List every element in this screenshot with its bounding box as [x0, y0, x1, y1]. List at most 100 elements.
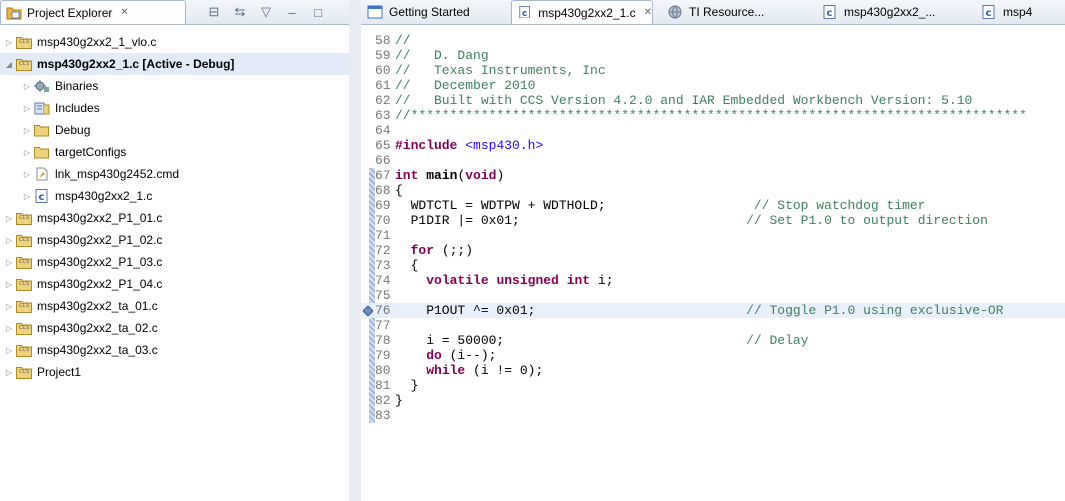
code-line[interactable]: 81 } — [361, 378, 1065, 393]
code-line[interactable]: 70 P1DIR |= 0x01; // Set P1.0 to output … — [361, 213, 1065, 228]
line-number: 74 — [375, 273, 391, 288]
minimize-icon[interactable]: – — [284, 4, 300, 20]
collapsed-twisty-icon[interactable]: ▷ — [4, 302, 14, 311]
code-line[interactable]: 67 int main(void) — [361, 168, 1065, 183]
code-line[interactable]: 59 // D. Dang — [361, 48, 1065, 63]
tree-item[interactable]: ▷ Includes — [0, 97, 349, 119]
c-file-icon: c — [822, 5, 838, 19]
tree-item[interactable]: ▷ CCS msp430g2xx2_P1_02.c — [0, 229, 349, 251]
code-line[interactable]: 74 volatile unsigned int i; — [361, 273, 1065, 288]
tree-item-label: targetConfigs — [55, 145, 127, 159]
code-token: // D. Dang — [395, 48, 489, 63]
maximize-icon[interactable]: □ — [310, 4, 326, 20]
editor-tab[interactable]: c msp4 — [975, 0, 1032, 24]
code-line[interactable]: 71 — [361, 228, 1065, 243]
editor-tab[interactable]: c msp430g2xx2_... — [816, 0, 935, 24]
tree-item[interactable]: ▷ Debug — [0, 119, 349, 141]
tree-item[interactable]: ▷ CCS msp430g2xx2_P1_01.c — [0, 207, 349, 229]
code-token: <msp430.h> — [465, 138, 544, 153]
tree-item[interactable]: ▷ lnk_msp430g2452.cmd — [0, 163, 349, 185]
c-file-icon: c — [518, 5, 532, 20]
code-line[interactable]: 65 #include <msp430.h> — [361, 138, 1065, 153]
code-line[interactable]: 82} — [361, 393, 1065, 408]
code-line[interactable]: 83 — [361, 408, 1065, 423]
svg-text:CCS: CCS — [19, 369, 29, 375]
tab-project-explorer[interactable]: Project Explorer ✕ — [0, 0, 186, 24]
breakpoint-icon[interactable] — [362, 305, 374, 317]
collapsed-twisty-icon[interactable]: ▷ — [4, 346, 14, 355]
tree-item[interactable]: ▷ CCS msp430g2xx2_ta_03.c — [0, 339, 349, 361]
code-token: int — [566, 273, 591, 288]
close-icon[interactable]: ✕ — [120, 7, 128, 18]
editor-tab[interactable]: TI Resource... — [661, 0, 764, 24]
code-line[interactable]: 78 i = 50000; // Delay — [361, 333, 1065, 348]
line-number: 77 — [375, 318, 391, 333]
editor-tab[interactable]: Getting Started — [361, 0, 470, 24]
tree-item[interactable]: ▷ targetConfigs — [0, 141, 349, 163]
code-line[interactable]: 76 P1OUT ^= 0x01; // Toggle P1.0 using e… — [361, 303, 1065, 318]
expanded-twisty-icon[interactable]: ◢ — [4, 60, 14, 69]
collapsed-twisty-icon[interactable]: ▷ — [22, 170, 32, 179]
collapsed-twisty-icon[interactable]: ▷ — [22, 82, 32, 91]
collapsed-twisty-icon[interactable]: ▷ — [4, 258, 14, 267]
collapse-all-icon[interactable]: ⊟ — [206, 4, 222, 20]
editor-tab[interactable]: c msp430g2xx2_1.c ✕ — [511, 0, 653, 24]
code-line[interactable]: 75 — [361, 288, 1065, 303]
code-line[interactable]: 61 // December 2010 — [361, 78, 1065, 93]
ccs-project-icon: CCS — [16, 365, 32, 379]
code-line[interactable]: 80 while (i != 0); — [361, 363, 1065, 378]
svg-text:c: c — [522, 8, 527, 18]
code-line[interactable]: 79 do (i--); — [361, 348, 1065, 363]
tree-item-label: msp430g2xx2_ta_01.c — [37, 299, 158, 313]
collapsed-twisty-icon[interactable]: ▷ — [4, 38, 14, 47]
close-icon[interactable]: ✕ — [644, 7, 652, 18]
tree-item[interactable]: ▷ CCS msp430g2xx2_1_vlo.c — [0, 31, 349, 53]
code-token: do — [426, 348, 442, 363]
collapsed-twisty-icon[interactable]: ▷ — [4, 368, 14, 377]
code-line[interactable]: 73 { — [361, 258, 1065, 273]
line-number: 73 — [375, 258, 391, 273]
tree-item[interactable]: ▷ CCS msp430g2xx2_ta_02.c — [0, 317, 349, 339]
code-line[interactable]: 64 — [361, 123, 1065, 138]
collapsed-twisty-icon[interactable]: ▷ — [4, 324, 14, 333]
collapsed-twisty-icon[interactable]: ▷ — [4, 214, 14, 223]
tree-item[interactable]: ▷ c msp430g2xx2_1.c — [0, 185, 349, 207]
code-line[interactable]: 60 // Texas Instruments, Inc — [361, 63, 1065, 78]
collapsed-twisty-icon[interactable]: ▷ — [22, 148, 32, 157]
line-number: 72 — [375, 243, 391, 258]
tree-item-label: msp430g2xx2_1.c — [55, 189, 153, 203]
link-editor-icon[interactable]: ⇆ — [232, 4, 248, 20]
linker-file-icon — [34, 167, 50, 181]
code-line[interactable]: 77 — [361, 318, 1065, 333]
ccs-project-icon: CCS — [16, 321, 32, 335]
tree-item[interactable]: ▷ CCS msp430g2xx2_P1_04.c — [0, 273, 349, 295]
tree-item[interactable]: ◢ CCS msp430g2xx2_1.c [Active - Debug] — [0, 53, 349, 75]
code-line[interactable]: 66 — [361, 153, 1065, 168]
collapsed-twisty-icon[interactable]: ▷ — [22, 126, 32, 135]
code-line[interactable]: 62 // Built with CCS Version 4.2.0 and IA… — [361, 93, 1065, 108]
code-line[interactable]: 58 // — [361, 33, 1065, 48]
code-line[interactable]: 63 //************************************… — [361, 108, 1065, 123]
pane-sash[interactable] — [349, 0, 361, 501]
code-line[interactable]: 68 { — [361, 183, 1065, 198]
code-editor[interactable]: 58 // 59 // D. Dang 60 // Texas Instruments, … — [361, 33, 1065, 501]
line-number: 83 — [375, 408, 391, 423]
collapsed-twisty-icon[interactable]: ▷ — [22, 192, 32, 201]
tree-item-label: msp430g2xx2_1.c [Active - Debug] — [37, 57, 235, 71]
tree-item[interactable]: ▷ CCS msp430g2xx2_ta_01.c — [0, 295, 349, 317]
collapsed-twisty-icon[interactable]: ▷ — [22, 104, 32, 113]
code-token: P1OUT ^= 0x01; — [395, 303, 747, 318]
collapsed-twisty-icon[interactable]: ▷ — [4, 236, 14, 245]
tree-item[interactable]: ▷ Binaries — [0, 75, 349, 97]
svg-text:CCS: CCS — [19, 347, 29, 353]
code-token: } — [395, 393, 403, 408]
code-token: { — [395, 183, 403, 198]
collapsed-twisty-icon[interactable]: ▷ — [4, 280, 14, 289]
c-file-icon: c — [981, 5, 997, 19]
tree-item[interactable]: ▷ CCS msp430g2xx2_P1_03.c — [0, 251, 349, 273]
code-line[interactable]: 69 WDTCTL = WDTPW + WDTHOLD; // Stop wat… — [361, 198, 1065, 213]
tree-item[interactable]: ▷ CCS Project1 — [0, 361, 349, 383]
code-line[interactable]: 72 for (;;) — [361, 243, 1065, 258]
code-token: while — [426, 363, 466, 378]
view-menu-icon[interactable]: ▽ — [258, 4, 274, 20]
